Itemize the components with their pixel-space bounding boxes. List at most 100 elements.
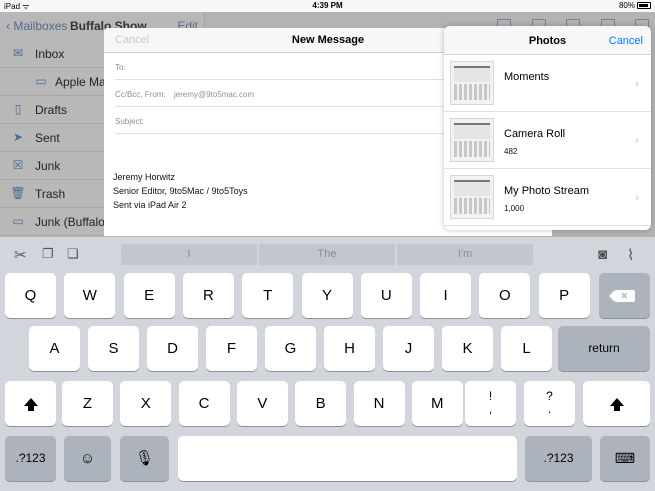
album-list: Moments › Camera Roll 482 › My Photo Stream 1,… bbox=[444, 55, 651, 226]
shift-left-key[interactable] bbox=[5, 381, 56, 426]
key-y[interactable]: Y bbox=[301, 273, 353, 318]
key-q[interactable]: Q bbox=[5, 273, 56, 318]
album-name: Camera Roll bbox=[504, 128, 566, 140]
key-label: ?. bbox=[524, 381, 575, 416]
status-time: 4:39 PM bbox=[312, 1, 343, 10]
album-thumbnail bbox=[450, 118, 494, 162]
mailboxes-back-button[interactable]: ‹ Mailboxes bbox=[6, 19, 67, 33]
key-a[interactable]: A bbox=[29, 326, 80, 371]
emoji-icon: ☺ bbox=[79, 450, 96, 467]
question-period-key[interactable]: ?. bbox=[524, 381, 575, 426]
trash-icon: 🗑 bbox=[10, 186, 26, 200]
space-bar[interactable] bbox=[178, 436, 517, 481]
key-lower: . bbox=[547, 402, 552, 416]
mailbox-label: Junk bbox=[35, 159, 61, 173]
key-m[interactable]: M bbox=[411, 381, 463, 426]
camera-icon[interactable]: ◙ bbox=[598, 246, 607, 263]
album-name: Moments bbox=[504, 71, 550, 83]
mailbox-label: Junk (Buffalo bbox=[35, 215, 105, 229]
numbers-key-left[interactable]: .?123 bbox=[5, 436, 56, 481]
copy-icon[interactable]: ❐ bbox=[42, 246, 54, 262]
key-i[interactable]: I bbox=[420, 273, 472, 318]
prediction-1[interactable]: I bbox=[121, 244, 257, 265]
battery-indicator: 80% bbox=[619, 1, 651, 10]
chevron-right-icon: › bbox=[635, 76, 639, 90]
album-thumbnail bbox=[450, 61, 494, 105]
folder-icon: ▭ bbox=[12, 214, 24, 228]
key-w[interactable]: W bbox=[64, 273, 116, 318]
keyboard: QWERTYUIOP ASDFGHJKL ZXCVBNM return !, ?… bbox=[0, 269, 655, 491]
inbox-icon: ✉ bbox=[12, 46, 24, 60]
hide-keyboard-key[interactable]: ⌨ bbox=[600, 436, 650, 481]
signature-line: Jeremy Horwitz bbox=[113, 172, 176, 182]
prediction-3[interactable]: I'm bbox=[397, 244, 533, 265]
key-g[interactable]: G bbox=[265, 326, 316, 371]
from-address: jeremy@9to5mac.com bbox=[174, 90, 255, 99]
cc-bcc-from-label: Cc/Bcc, From: bbox=[115, 90, 166, 99]
key-h[interactable]: H bbox=[324, 326, 375, 371]
key-upper: ? bbox=[546, 389, 553, 403]
key-o[interactable]: O bbox=[479, 273, 531, 318]
key-r[interactable]: R bbox=[182, 273, 234, 318]
key-e[interactable]: E bbox=[123, 273, 175, 318]
mailbox-label: Apple Mail bbox=[55, 75, 112, 89]
key-f[interactable]: F bbox=[206, 326, 257, 371]
delete-key[interactable] bbox=[599, 273, 650, 318]
to-label: To: bbox=[115, 63, 126, 72]
shift-icon bbox=[609, 398, 624, 411]
key-b[interactable]: B bbox=[295, 381, 347, 426]
shortcut-bar: ✂ ❐ ❏ I The I'm ◙ ⌇ bbox=[0, 237, 655, 269]
key-v[interactable]: V bbox=[236, 381, 288, 426]
photos-cancel-button[interactable]: Cancel bbox=[609, 35, 643, 47]
key-d[interactable]: D bbox=[147, 326, 198, 371]
keyboard-dismiss-icon: ⌨ bbox=[614, 450, 636, 466]
key-k[interactable]: K bbox=[442, 326, 493, 371]
chevron-right-icon: › bbox=[635, 190, 639, 204]
key-lower: , bbox=[488, 402, 493, 416]
subject-label: Subject: bbox=[115, 117, 144, 126]
numbers-key-right[interactable]: .?123 bbox=[525, 436, 592, 481]
cut-icon[interactable]: ✂ bbox=[14, 246, 27, 264]
return-key[interactable]: return bbox=[558, 326, 650, 371]
album-row[interactable]: Camera Roll 482 › bbox=[444, 112, 651, 169]
album-row[interactable]: Moments › bbox=[444, 55, 651, 112]
message-body-signature[interactable]: Jeremy Horwitz Senior Editor, 9to5Mac / … bbox=[113, 170, 248, 212]
battery-percent: 80% bbox=[618, 1, 635, 10]
key-j[interactable]: J bbox=[383, 326, 434, 371]
album-row[interactable]: My Photo Stream 1,000 › bbox=[444, 169, 651, 226]
exclamation-comma-key[interactable]: !, bbox=[465, 381, 516, 426]
key-s[interactable]: S bbox=[88, 326, 139, 371]
sent-icon: ➤ bbox=[12, 130, 24, 144]
key-z[interactable]: Z bbox=[62, 381, 113, 426]
key-l[interactable]: L bbox=[501, 326, 552, 371]
photos-popover: Photos Cancel Moments › Camera Roll 482 › My … bbox=[444, 26, 651, 230]
key-x[interactable]: X bbox=[120, 381, 172, 426]
delete-icon bbox=[608, 288, 635, 304]
album-name: My Photo Stream bbox=[504, 185, 589, 197]
battery-icon bbox=[637, 2, 651, 9]
album-count: 482 bbox=[504, 147, 518, 156]
photos-header: Photos Cancel bbox=[444, 26, 651, 55]
key-p[interactable]: P bbox=[538, 273, 590, 318]
key-t[interactable]: T bbox=[242, 273, 294, 318]
key-c[interactable]: C bbox=[178, 381, 230, 426]
mailbox-label: Sent bbox=[35, 131, 60, 145]
emoji-key[interactable]: ☺ bbox=[64, 436, 111, 481]
prediction-2[interactable]: The bbox=[259, 244, 395, 265]
junk-icon: ☒ bbox=[12, 158, 24, 172]
album-thumbnail bbox=[450, 175, 494, 219]
dictation-key[interactable]: 🎙 bbox=[120, 436, 169, 481]
signature-line: Senior Editor, 9to5Mac / 9to5Toys bbox=[113, 186, 248, 196]
shift-right-key[interactable] bbox=[583, 381, 650, 426]
shift-icon bbox=[23, 398, 38, 411]
drafts-icon: ▯ bbox=[14, 102, 22, 116]
microphone-icon: 🎙 bbox=[134, 450, 155, 467]
chevron-right-icon: › bbox=[635, 133, 639, 147]
signature-line: Sent via iPad Air 2 bbox=[113, 200, 187, 210]
key-u[interactable]: U bbox=[360, 273, 412, 318]
paste-icon[interactable]: ❏ bbox=[67, 246, 79, 262]
key-label: !, bbox=[465, 381, 516, 416]
attachment-icon[interactable]: ⌇ bbox=[627, 246, 634, 264]
key-n[interactable]: N bbox=[353, 381, 405, 426]
mailbox-label: Inbox bbox=[35, 47, 65, 61]
